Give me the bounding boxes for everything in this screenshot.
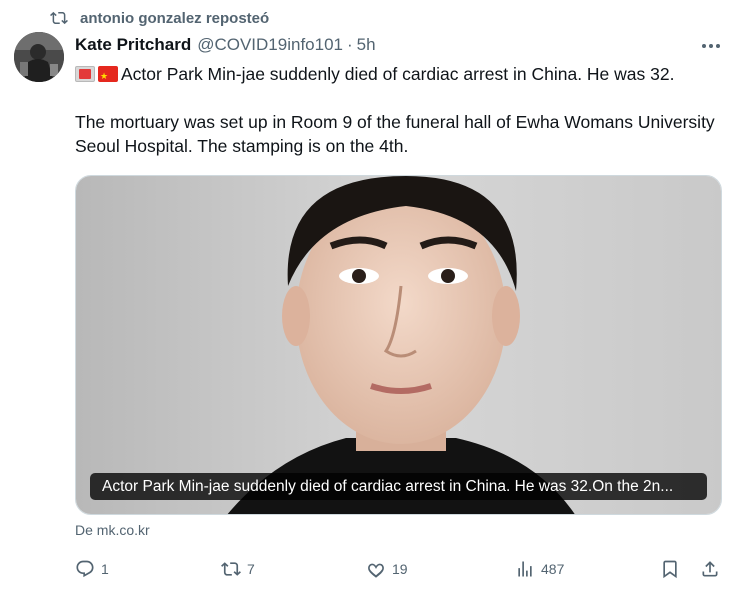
media-caption: Actor Park Min-jae suddenly died of card… [90,473,707,500]
media-card[interactable]: Actor Park Min-jae suddenly died of card… [75,175,722,515]
action-bar: 1 7 19 487 [75,556,735,582]
retweet-icon [221,562,241,576]
retweet-button[interactable]: 7 [221,556,255,582]
tweet-text: Actor Park Min-jae suddenly died of card… [75,62,725,158]
share-icon [702,561,718,577]
link-source[interactable]: De mk.co.kr [75,522,150,538]
tweet-paragraph-2: The mortuary was set up in Room 9 of the… [75,112,715,156]
author-name[interactable]: Kate Pritchard [75,35,191,55]
views-button[interactable]: 487 [515,556,564,582]
share-button[interactable] [700,556,720,582]
repost-icon [50,11,68,25]
repost-context[interactable]: antonio gonzalez reposteó [50,8,269,28]
avatar[interactable] [14,32,64,82]
tweet-header: Kate Pritchard @COVID19info101 · 5h [75,34,376,56]
macau-flag-emoji [75,66,95,82]
more-icon [702,44,720,48]
tweet-line-1: Actor Park Min-jae suddenly died of card… [121,64,675,84]
separator-dot: · [346,35,353,54]
bookmark-icon [663,560,677,579]
repost-label: antonio gonzalez reposteó [80,9,270,27]
heart-icon [368,563,384,578]
bookmark-button[interactable] [660,556,680,582]
portrait-photo [76,176,721,514]
more-button[interactable] [700,36,722,56]
reply-count: 1 [101,561,109,577]
china-flag-emoji [98,64,118,88]
retweet-count: 7 [247,561,255,577]
like-count: 19 [392,561,408,577]
view-count: 487 [541,561,565,577]
views-icon [518,561,532,577]
reply-button[interactable]: 1 [75,556,109,582]
like-button[interactable]: 19 [366,556,408,582]
author-handle[interactable]: @COVID19info101 [197,35,343,55]
reply-icon [76,560,94,578]
tweet-time[interactable]: 5h [357,35,376,55]
